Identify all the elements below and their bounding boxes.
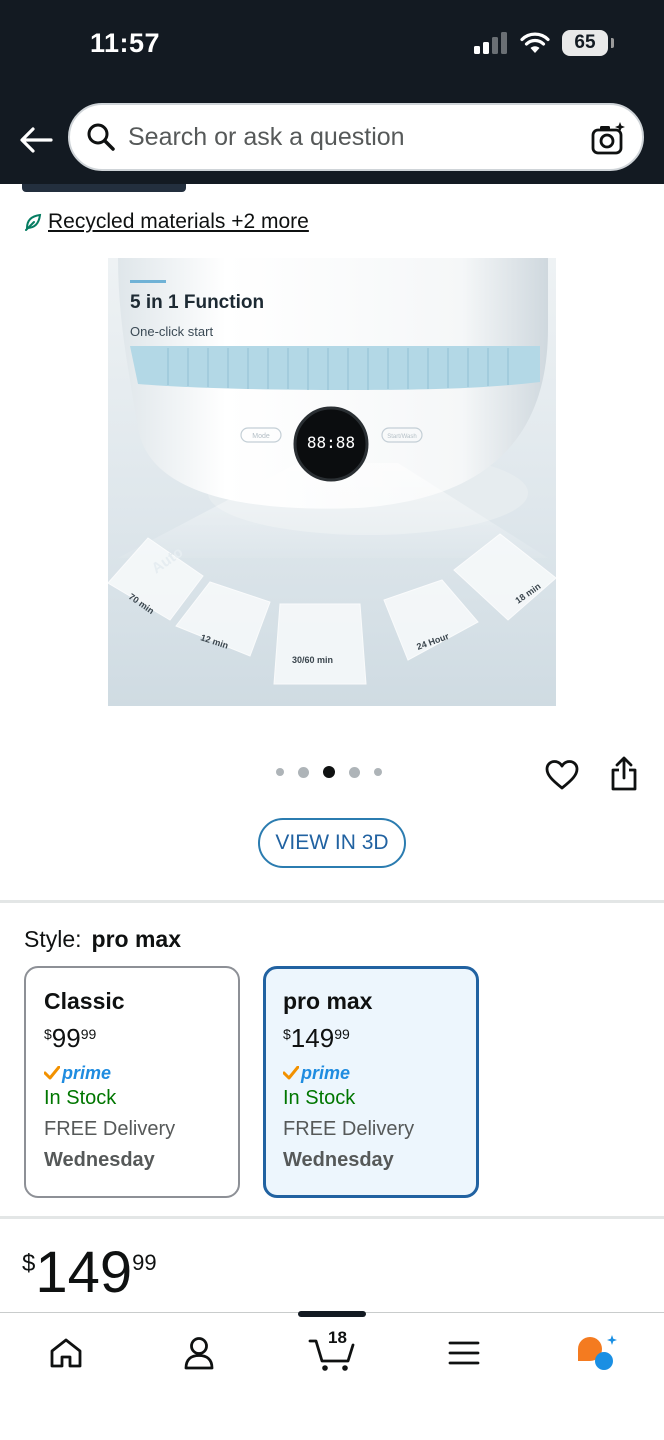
section-divider	[0, 1216, 664, 1219]
signal-icon	[474, 32, 507, 54]
style-label-text: Style:	[24, 926, 82, 952]
delivery-day: Wednesday	[44, 1149, 155, 1171]
nav-home[interactable]	[36, 1331, 96, 1375]
search-bar[interactable]	[68, 103, 644, 171]
carousel-dot-active[interactable]	[323, 766, 335, 778]
start-button-label: Start/Wash	[387, 434, 416, 440]
home-icon	[50, 1338, 82, 1368]
rufus-icon	[578, 1335, 617, 1370]
stock-status: In Stock	[283, 1087, 356, 1109]
price-symbol: $	[283, 1026, 291, 1042]
back-button[interactable]	[16, 120, 56, 160]
product-page: 11:57 65 Search or ask a question Recycl…	[0, 0, 664, 1440]
image-accent-bar	[130, 280, 166, 283]
sustainability-link-label[interactable]: Recycled materials +2 more	[48, 210, 309, 234]
carousel-dot[interactable]	[276, 768, 284, 776]
cart-count-badge: 18	[328, 1328, 347, 1347]
style-option-price: $99 99	[44, 1025, 220, 1051]
price-whole: 149	[290, 1023, 335, 1053]
style-option-classic[interactable]: Classic $99 99 prime In Stock FREE Delive…	[24, 966, 240, 1198]
price-symbol: $	[44, 1026, 52, 1042]
style-option-name: pro max	[283, 988, 373, 1014]
style-selected-value: pro max	[91, 926, 182, 952]
style-option-name: Classic	[44, 988, 125, 1014]
sustainability-link[interactable]: Recycled materials +2 more	[24, 210, 309, 234]
nav-rufus[interactable]	[566, 1331, 626, 1375]
carousel-dot[interactable]	[374, 768, 382, 776]
nav-account[interactable]	[169, 1331, 229, 1375]
mode-label-4: 30/60 min	[292, 655, 333, 665]
active-tab-indicator	[298, 1311, 366, 1317]
back-arrow-icon	[20, 127, 53, 153]
menu-icon	[448, 1341, 480, 1365]
prime-badge: prime	[44, 1063, 220, 1083]
device-display: 88:88	[307, 433, 355, 452]
prime-badge: prime	[283, 1063, 459, 1083]
style-label: Style: pro max	[24, 926, 181, 953]
price-whole: 149	[35, 1240, 133, 1305]
style-option-price: $149 99	[283, 1025, 459, 1051]
wifi-icon	[520, 32, 550, 53]
mode-button-label: Mode	[252, 433, 270, 440]
prime-check-icon	[44, 1066, 60, 1080]
product-price: $ 149 99	[22, 1244, 157, 1302]
carousel-dots[interactable]	[276, 766, 382, 778]
delivery-text: FREE Delivery	[44, 1118, 176, 1140]
prime-check-icon	[283, 1066, 299, 1080]
share-icon	[611, 756, 637, 791]
price-cents: 99	[80, 1026, 97, 1042]
image-subtitle: One-click start	[130, 324, 214, 339]
add-to-list-button[interactable]	[542, 756, 582, 794]
price-symbol: $	[22, 1250, 36, 1277]
view-in-3d-button[interactable]: VIEW IN 3D	[258, 818, 406, 868]
carousel-dot[interactable]	[298, 766, 309, 778]
status-icons: 65	[474, 30, 614, 56]
prime-label: prime	[301, 1062, 351, 1083]
nav-menu[interactable]	[434, 1331, 494, 1375]
battery-indicator: 65	[562, 30, 614, 56]
search-input[interactable]	[128, 117, 568, 157]
camera-search-icon[interactable]	[588, 119, 628, 159]
leaf-icon	[25, 213, 42, 231]
delivery-day: Wednesday	[283, 1149, 394, 1171]
top-header: 11:57 65	[0, 0, 664, 184]
heart-icon	[545, 760, 579, 790]
image-title: 5 in 1 Function	[130, 292, 265, 313]
style-option-pro-max[interactable]: pro max $149 99 prime In Stock FREE Deliv…	[263, 966, 479, 1198]
section-divider	[0, 900, 664, 903]
stock-status: In Stock	[44, 1087, 117, 1109]
account-icon	[184, 1337, 214, 1370]
carousel-dot[interactable]	[349, 766, 360, 778]
product-image[interactable]: Mode Start/Wash 88:88 70 min Auto 12 min…	[108, 258, 556, 706]
status-time: 11:57	[90, 28, 161, 58]
price-cents: 99	[132, 1250, 157, 1275]
search-icon	[86, 122, 116, 152]
share-button[interactable]	[606, 754, 642, 794]
price-whole: 99	[51, 1023, 81, 1053]
price-cents: 99	[334, 1026, 350, 1042]
prime-label: prime	[62, 1062, 112, 1083]
delivery-text: FREE Delivery	[283, 1118, 415, 1140]
